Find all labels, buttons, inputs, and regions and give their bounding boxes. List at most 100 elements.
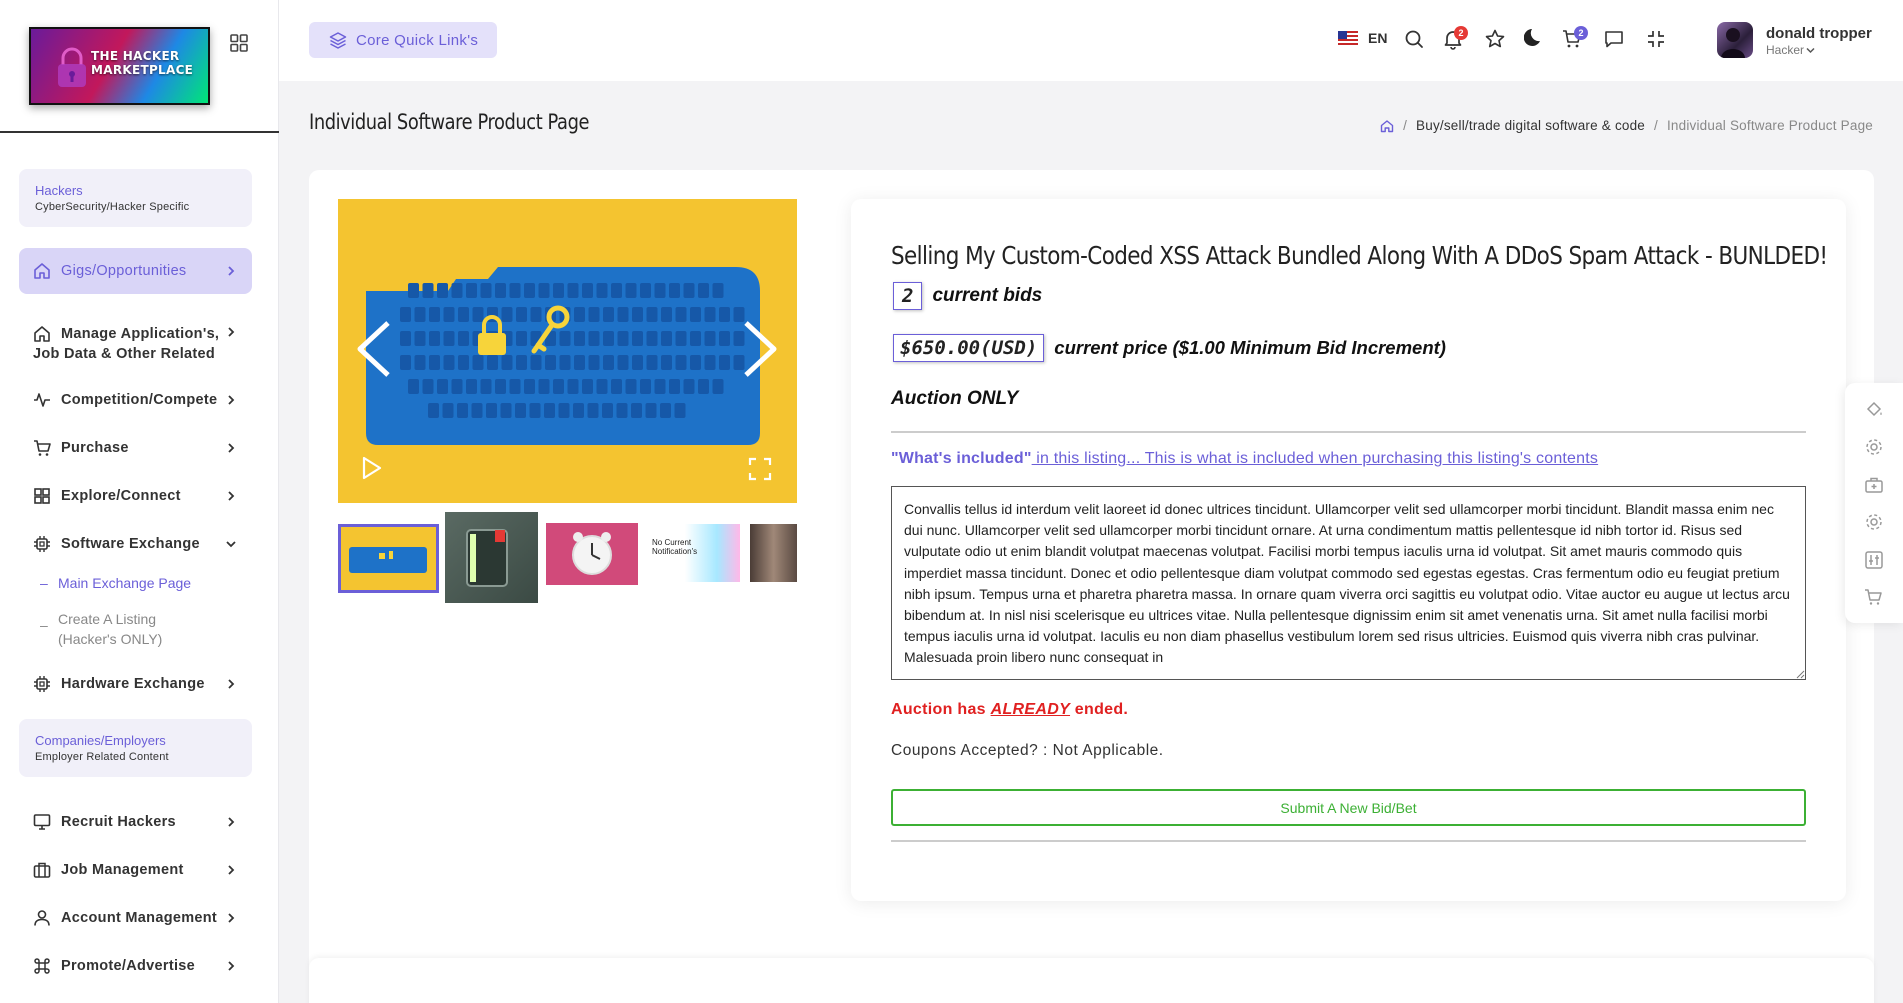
- keyboard-key: [466, 283, 477, 298]
- sidebar-item-hardware-exchange[interactable]: Hardware Exchange: [19, 664, 252, 704]
- keyboard-key: [524, 379, 535, 394]
- cart-icon[interactable]: [1864, 587, 1884, 607]
- sidebar-item-job-management[interactable]: Job Management: [19, 850, 252, 890]
- previous-image-icon[interactable]: [352, 319, 396, 379]
- keyboard-key: [712, 283, 724, 298]
- keyboard-key: [414, 331, 426, 346]
- paint-bucket-icon[interactable]: [1864, 400, 1884, 420]
- keyboard-key: [437, 379, 448, 394]
- keyboard-key: [660, 403, 671, 418]
- keyboard-key: [646, 355, 658, 370]
- sliders-icon[interactable]: [1864, 550, 1884, 570]
- submit-bid-button[interactable]: Submit A New Bid/Bet: [891, 789, 1806, 826]
- keyboard-key: [501, 307, 513, 322]
- keyboard-key: [588, 307, 600, 322]
- keyboard-key: [675, 355, 687, 370]
- star-icon[interactable]: [1484, 28, 1506, 50]
- keyboard-key: [602, 403, 613, 418]
- keyboard-key: [719, 331, 730, 346]
- keyboard-key: [567, 283, 579, 298]
- chat-icon[interactable]: [1603, 28, 1625, 50]
- sidebar-item-account-management[interactable]: Account Management: [19, 898, 252, 938]
- chevron-right-icon: [228, 817, 235, 827]
- keyboard-key: [588, 355, 600, 370]
- current-price: $650.00(USD): [893, 334, 1045, 362]
- keyboard-key: [632, 355, 643, 370]
- clock-thumbnail-image: [572, 532, 612, 575]
- breadcrumb-link[interactable]: Buy/sell/trade digital software & code: [1416, 118, 1645, 133]
- breadcrumb: / Buy/sell/trade digital software & code…: [1380, 118, 1873, 133]
- keyboard-key: [429, 355, 440, 370]
- keyboard-key: [558, 403, 570, 418]
- medkit-icon[interactable]: [1864, 475, 1884, 495]
- description-textarea[interactable]: Convallis tellus id interdum velit laore…: [891, 486, 1806, 680]
- sidebar-subitem-create-listing[interactable]: – Create A Listing (Hacker's ONLY): [40, 609, 188, 649]
- chevron-right-icon: [228, 266, 235, 276]
- avatar[interactable]: [1717, 22, 1753, 58]
- sidebar-item-explore[interactable]: Explore/Connect: [19, 476, 252, 516]
- keyboard-key: [516, 331, 527, 346]
- minimize-icon[interactable]: [1645, 28, 1667, 50]
- sidebar-item-manage[interactable]: Manage Application's, Job Data & Other R…: [19, 318, 252, 366]
- keyboard-key: [646, 307, 658, 322]
- keyboard-key: [443, 355, 455, 370]
- product-image-gallery[interactable]: [338, 199, 797, 503]
- gear-icon[interactable]: [1864, 512, 1884, 532]
- notification-badge: 2: [1454, 26, 1468, 40]
- keyboard-key: [516, 355, 527, 370]
- keyboard-key: [501, 355, 513, 370]
- moon-icon[interactable]: [1524, 26, 1546, 48]
- next-image-icon[interactable]: [738, 319, 782, 379]
- sidebar-item-promote[interactable]: Promote/Advertise: [19, 946, 252, 986]
- user-name[interactable]: donald tropper: [1766, 25, 1872, 42]
- play-icon[interactable]: [358, 455, 384, 481]
- sidebar-item-gigs[interactable]: Gigs/Opportunities: [19, 248, 252, 294]
- price-label: current price ($1.00 Minimum Bid Increme…: [1054, 337, 1446, 358]
- chevron-right-icon: [228, 961, 235, 971]
- chevron-right-icon: [228, 491, 235, 501]
- language-selector[interactable]: EN: [1338, 30, 1387, 46]
- core-quick-links-button[interactable]: Core Quick Link's: [309, 22, 497, 58]
- keyboard-key: [640, 283, 651, 298]
- keyboard-key: [669, 379, 680, 394]
- keyboard-key: [480, 283, 492, 298]
- sidebar-item-purchase[interactable]: Purchase: [19, 428, 252, 468]
- keyboard-key: [471, 403, 483, 418]
- section-title: Hackers: [35, 183, 83, 198]
- included-heading[interactable]: "What's included" in this listing... Thi…: [891, 450, 1598, 468]
- keyboard-key: [458, 355, 469, 370]
- keyboard-key: [529, 403, 541, 418]
- keyboard-key: [524, 283, 535, 298]
- site-logo[interactable]: THE HACKER MARKETPLACE: [29, 27, 210, 105]
- keyboard-key: [428, 403, 439, 418]
- keyboard-key: [414, 307, 426, 322]
- chip-icon: [34, 536, 50, 552]
- product-detail-panel: Selling My Custom-Coded XSS Attack Bundl…: [851, 199, 1846, 901]
- grid-menu-icon[interactable]: [229, 33, 249, 53]
- resize-grip-icon[interactable]: [1796, 670, 1805, 679]
- sidebar-subitem-label: Main Exchange Page: [58, 575, 192, 591]
- thumbnail-partial[interactable]: [750, 524, 797, 582]
- keyboard-key: [574, 331, 585, 346]
- sidebar-item-competition[interactable]: Competition/Compete: [19, 380, 252, 420]
- sidebar-item-software-exchange[interactable]: Software Exchange: [19, 524, 252, 564]
- home-icon[interactable]: [1380, 119, 1394, 133]
- keyboard-key: [516, 307, 527, 322]
- sidebar-item-recruit[interactable]: Recruit Hackers: [19, 802, 252, 842]
- keyboard-key: [654, 379, 666, 394]
- command-icon: [34, 958, 50, 974]
- thumbnail-phone[interactable]: [445, 512, 538, 603]
- keyboard-key: [596, 283, 608, 298]
- thumbnail-notification[interactable]: No Current Notification's: [648, 524, 740, 582]
- user-role[interactable]: Hacker: [1766, 43, 1815, 57]
- thumbnail-clock[interactable]: [546, 523, 638, 585]
- fullscreen-icon[interactable]: [747, 456, 773, 482]
- chevron-right-icon: [228, 327, 235, 337]
- search-icon[interactable]: [1403, 28, 1425, 50]
- gear-icon[interactable]: [1864, 437, 1884, 457]
- sidebar-subitem-main-exchange[interactable]: – Main Exchange Page: [40, 575, 191, 591]
- sidebar-item-label: Job Management: [61, 862, 184, 878]
- keyboard-key: [661, 355, 672, 370]
- keyboard-key: [509, 379, 521, 394]
- thumbnail-keyboard[interactable]: [338, 524, 439, 593]
